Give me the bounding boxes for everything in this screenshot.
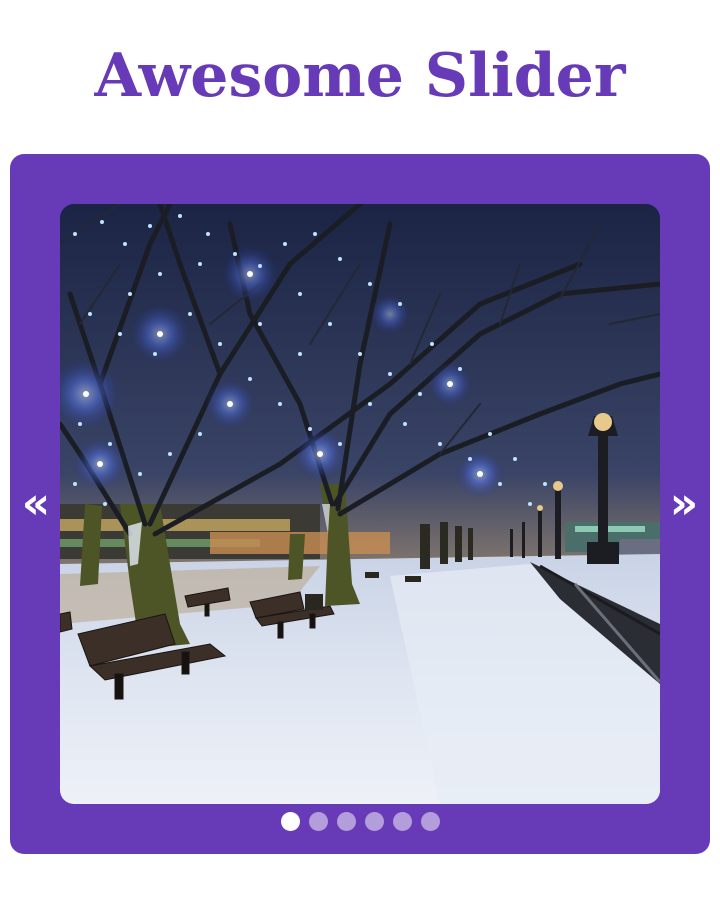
pagination-dot[interactable] [420, 811, 440, 831]
pagination-dot[interactable] [364, 811, 384, 831]
slide-pagination [10, 810, 710, 832]
slide-image [60, 204, 660, 804]
pagination-dot[interactable] [336, 811, 356, 831]
double-chevron-right-icon: » [669, 478, 699, 529]
pagination-dot[interactable] [392, 811, 412, 831]
prev-slide-button[interactable]: « [16, 479, 56, 529]
page-title: Awesome Slider [94, 41, 626, 111]
slider: « » [10, 154, 710, 854]
pagination-dot[interactable] [308, 811, 328, 831]
double-chevron-left-icon: « [21, 478, 51, 529]
pagination-dot[interactable] [280, 811, 300, 831]
page: Awesome Slider « » [0, 0, 720, 918]
next-slide-button[interactable]: » [664, 479, 704, 529]
